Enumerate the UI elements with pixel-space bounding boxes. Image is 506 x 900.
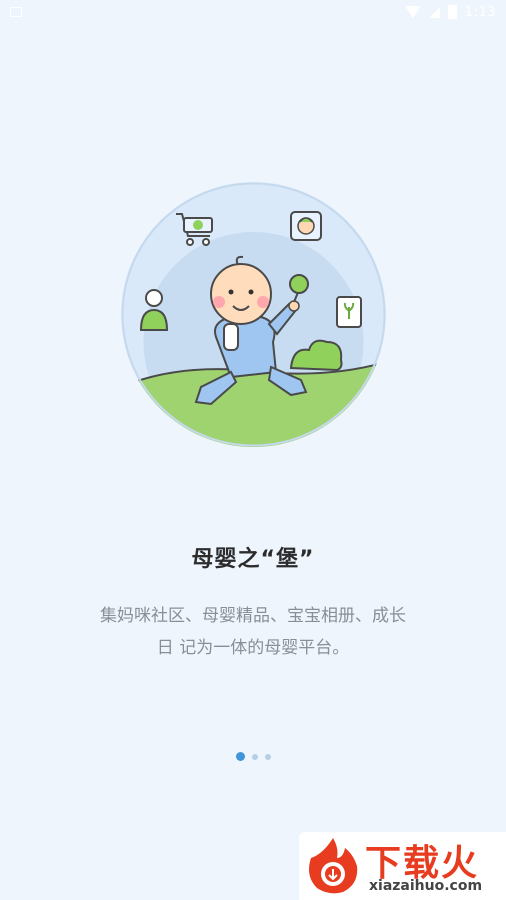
status-time: 1:13 [464, 4, 496, 20]
page-title: 母婴之“堡” [191, 547, 315, 572]
notification-icon [10, 7, 22, 17]
page-indicator [0, 752, 506, 761]
signal-icon [428, 6, 440, 18]
page-dot-1[interactable] [235, 752, 245, 761]
onboarding-illustration [121, 182, 386, 447]
flame-logo-icon [309, 838, 358, 894]
page-dot-3[interactable] [264, 753, 271, 760]
watermark-url: xiazaihuo.com [369, 878, 483, 894]
watermark: 下载火 xiazaihuo.com [299, 832, 506, 900]
status-right: 1:13 [404, 4, 496, 20]
status-left [10, 7, 22, 17]
description-line-2: 日 记为一体的母婴平台。 [156, 638, 350, 658]
baby-photo-icon [290, 211, 322, 241]
description-line-1: 集妈咪社区、母婴精品、宝宝相册、成长 [100, 606, 406, 626]
page-dot-2[interactable] [251, 753, 258, 760]
wifi-icon [404, 6, 421, 18]
page-description: 集妈咪社区、母婴精品、宝宝相册、成长 日 记为一体的母婴平台。 [60, 600, 446, 664]
growth-diary-icon [336, 296, 362, 328]
battery-icon [447, 5, 457, 19]
status-bar: 1:13 [0, 0, 506, 24]
